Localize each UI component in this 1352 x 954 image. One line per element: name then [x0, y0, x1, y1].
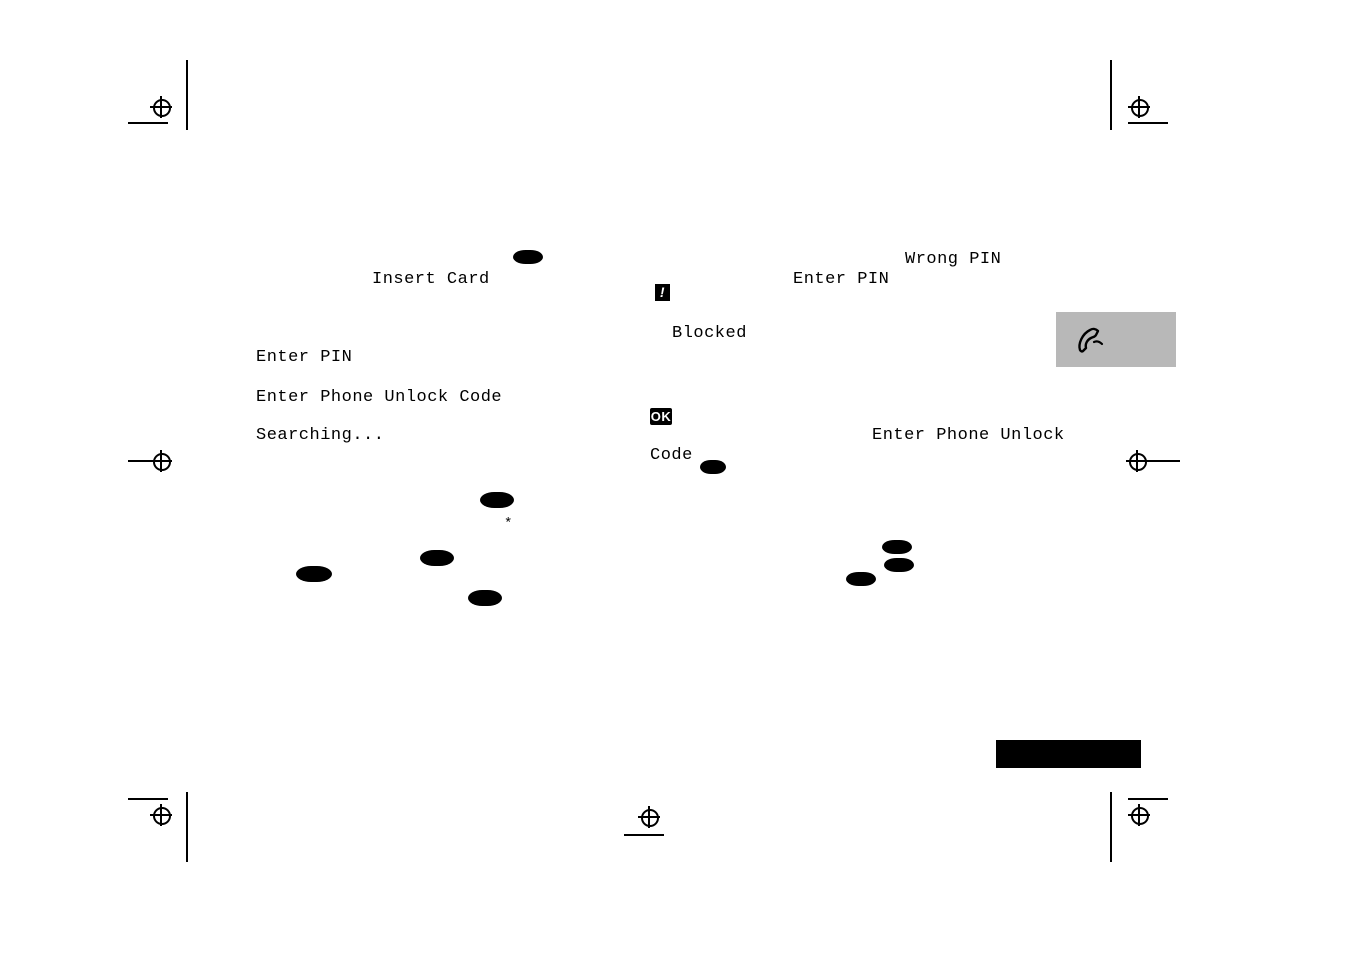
ink-blob	[480, 492, 514, 508]
ink-blob	[884, 558, 914, 572]
ink-blob	[846, 572, 876, 586]
ok-icon: OK	[650, 408, 672, 425]
section-tab	[1056, 312, 1176, 367]
asterisk-icon: *	[504, 516, 513, 532]
ink-blob	[468, 590, 502, 606]
ink-blob	[296, 566, 332, 582]
label-insert-card: Insert Card	[372, 270, 490, 289]
label-enter-unlock-left: Enter Phone Unlock Code	[256, 388, 502, 407]
phone-icon	[1074, 324, 1108, 356]
label-enter-unlock-right: Enter Phone Unlock	[872, 426, 1065, 445]
page-marker-bar	[996, 740, 1141, 768]
ink-blob	[882, 540, 912, 554]
ink-blob	[513, 250, 543, 264]
label-wrong-pin: Wrong PIN	[905, 250, 1001, 269]
crop-mark-bottom-left	[128, 782, 188, 862]
crop-mark-mid-right	[1122, 440, 1182, 480]
label-enter-pin-left: Enter PIN	[256, 348, 352, 367]
crop-mark-bottom-center	[630, 800, 690, 840]
crop-mark-mid-left	[128, 440, 188, 480]
alert-icon: !	[655, 284, 670, 301]
crop-mark-top-right	[1110, 60, 1170, 140]
label-searching: Searching...	[256, 426, 384, 445]
label-code: Code	[650, 446, 693, 465]
crop-mark-top-left	[128, 60, 188, 140]
ink-blob	[420, 550, 454, 566]
ink-blob	[700, 460, 726, 474]
label-blocked: Blocked	[672, 324, 747, 343]
label-enter-pin-right: Enter PIN	[793, 270, 889, 289]
crop-mark-bottom-right	[1110, 782, 1170, 862]
